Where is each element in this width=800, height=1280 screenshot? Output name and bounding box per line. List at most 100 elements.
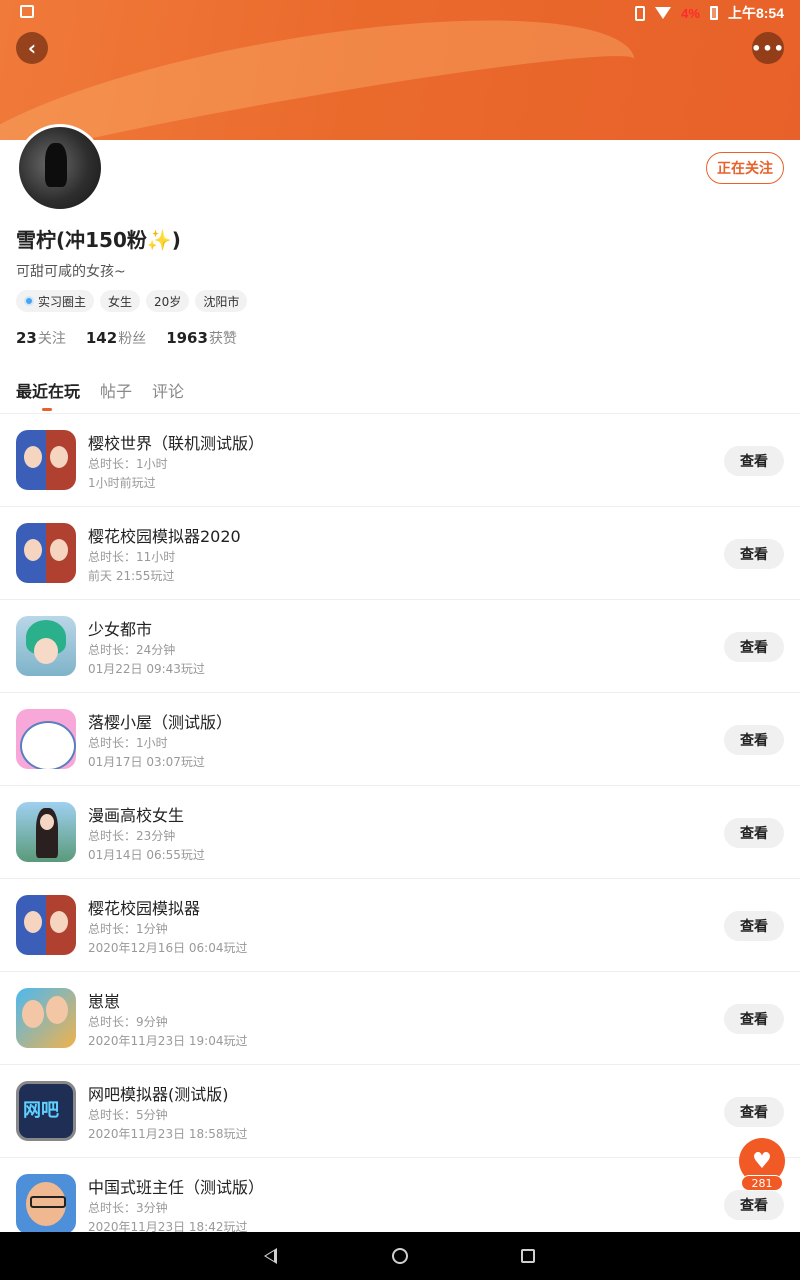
game-name: 漫画高校女生	[88, 806, 185, 825]
tab-posts[interactable]: 帖子	[100, 378, 132, 402]
clock: 上午8:54	[727, 5, 784, 21]
play-duration: 总时长：11小时	[88, 550, 176, 564]
green-hair-girl-icon	[16, 616, 76, 676]
view-button[interactable]: 查看	[724, 1004, 784, 1034]
stat-count: 23	[16, 329, 37, 347]
last-played: 01月14日 06:55玩过	[88, 848, 205, 862]
list-item[interactable]: 网吧 网吧模拟器(测试版) 总时长：5分钟 2020年11月23日 18:58玩…	[0, 1065, 800, 1158]
game-list: 樱校世界（联机测试版） 总时长：1小时 1小时前玩过 查看 樱花校园模拟器202…	[0, 414, 800, 1251]
view-button[interactable]: 查看	[724, 818, 784, 848]
anime-duo-icon	[16, 430, 76, 490]
cartoon-face-icon	[16, 709, 76, 769]
stat-likes: 1963获赞	[166, 328, 237, 348]
sparkle-icon: ✨	[146, 228, 172, 252]
view-button[interactable]: 查看	[724, 1097, 784, 1127]
last-played: 2020年11月23日 18:58玩过	[88, 1127, 248, 1141]
last-played: 1小时前玩过	[88, 476, 156, 490]
play-duration: 总时长：23分钟	[88, 829, 176, 843]
profile-tabs: 最近在玩 帖子 评论	[16, 378, 184, 411]
username: 雪柠(冲150粉✨)	[16, 224, 181, 253]
list-item[interactable]: 漫画高校女生 总时长：23分钟 01月14日 06:55玩过 查看	[0, 786, 800, 879]
profile-stats: 23关注 142粉丝 1963获赞	[16, 328, 237, 348]
view-button[interactable]: 查看	[724, 1190, 784, 1220]
like-count: 281	[741, 1175, 783, 1191]
list-item[interactable]: 少女都市 总时长：24分钟 01月22日 09:43玩过 查看	[0, 600, 800, 693]
last-played: 前天 21:55玩过	[88, 569, 175, 583]
vibrate-icon	[635, 5, 646, 21]
view-button[interactable]: 查看	[724, 632, 784, 662]
stat-followers[interactable]: 142粉丝	[86, 328, 146, 348]
stat-label: 关注	[37, 331, 66, 347]
back-button[interactable]: ‹	[16, 32, 48, 64]
netbar-icon: 网吧	[16, 1081, 76, 1141]
wifi-icon	[655, 7, 672, 19]
badge-icon	[24, 296, 34, 306]
avatar[interactable]	[16, 124, 104, 212]
game-name: 中国式班主任（测试版）	[88, 1178, 265, 1197]
nav-recents-icon[interactable]	[521, 1249, 535, 1263]
system-nav-bar	[0, 1232, 800, 1280]
heart-icon: ♥	[752, 1148, 772, 1174]
anime-duo-icon	[16, 523, 76, 583]
nav-back-icon[interactable]	[264, 1248, 277, 1264]
more-dots-icon: •••	[751, 38, 785, 58]
list-item[interactable]: 崽崽 总时长：9分钟 2020年11月23日 19:04玩过 查看	[0, 972, 800, 1065]
game-name: 少女都市	[88, 620, 153, 639]
game-name: 网吧模拟器(测试版)	[88, 1085, 229, 1104]
image-notification-icon	[20, 5, 34, 18]
list-item[interactable]: 樱花校园模拟器2020 总时长：11小时 前天 21:55玩过 查看	[0, 507, 800, 600]
teacher-icon	[16, 1174, 76, 1234]
following-button[interactable]: 正在关注	[706, 152, 784, 184]
netbar-icon-text: 网吧	[23, 1100, 59, 1121]
bio: 可甜可咸的女孩~	[16, 264, 126, 280]
game-name: 樱校世界（联机测试版）	[88, 434, 265, 453]
list-item[interactable]: 樱校世界（联机测试版） 总时长：1小时 1小时前玩过 查看	[0, 414, 800, 507]
last-played: 01月22日 09:43玩过	[88, 662, 205, 676]
status-bar: 4% 上午8:54	[0, 0, 800, 24]
play-duration: 总时长：24分钟	[88, 643, 176, 657]
tag-age: 20岁	[146, 290, 190, 312]
chevron-left-icon: ‹	[27, 36, 37, 60]
more-button[interactable]: •••	[751, 32, 785, 64]
game-name: 樱花校园模拟器	[88, 899, 201, 918]
game-name: 崽崽	[88, 992, 121, 1011]
list-item[interactable]: 樱花校园模拟器 总时长：1分钟 2020年12月16日 06:04玩过 查看	[0, 879, 800, 972]
profile-tags: 实习圈主 女生 20岁 沈阳市	[16, 290, 248, 312]
school-girl-icon	[16, 802, 76, 862]
tag-label: 实习圈主	[38, 294, 87, 309]
list-item[interactable]: 落樱小屋（测试版） 总时长：1小时 01月17日 03:07玩过 查看	[0, 693, 800, 786]
nav-home-icon[interactable]	[392, 1248, 408, 1264]
stat-label: 粉丝	[118, 331, 147, 347]
last-played: 01月17日 03:07玩过	[88, 755, 205, 769]
view-button[interactable]: 查看	[724, 911, 784, 941]
two-girls-icon	[16, 988, 76, 1048]
username-close: )	[171, 228, 181, 252]
view-button[interactable]: 查看	[724, 446, 784, 476]
anime-duo-icon	[16, 895, 76, 955]
play-duration: 总时长：1小时	[88, 457, 168, 471]
tag-label: 女生	[108, 294, 133, 309]
stat-count: 1963	[166, 329, 208, 347]
tab-comments[interactable]: 评论	[152, 378, 184, 402]
game-name: 樱花校园模拟器2020	[88, 527, 241, 546]
stat-count: 142	[85, 329, 118, 347]
play-duration: 总时长：5分钟	[88, 1108, 168, 1122]
battery-percent: 4%	[681, 5, 700, 21]
play-duration: 总时长：3分钟	[88, 1201, 168, 1215]
last-played: 2020年11月23日 19:04玩过	[88, 1034, 248, 1048]
view-button[interactable]: 查看	[724, 539, 784, 569]
play-duration: 总时长：9分钟	[88, 1015, 168, 1029]
tag-intern-moderator[interactable]: 实习圈主	[16, 290, 95, 312]
stat-label: 获赞	[208, 331, 237, 347]
tag-label: 沈阳市	[203, 294, 240, 309]
play-duration: 总时长：1小时	[88, 736, 168, 750]
username-text: 雪柠(冲150粉	[16, 228, 147, 252]
view-button[interactable]: 查看	[724, 725, 784, 755]
game-name: 落樱小屋（测试版）	[88, 713, 233, 732]
tag-gender: 女生	[100, 290, 141, 312]
tag-city: 沈阳市	[195, 290, 248, 312]
tag-label: 20岁	[154, 294, 182, 309]
stat-following[interactable]: 23关注	[16, 328, 66, 348]
last-played: 2020年12月16日 06:04玩过	[88, 941, 248, 955]
tab-recently-played[interactable]: 最近在玩	[16, 378, 80, 411]
